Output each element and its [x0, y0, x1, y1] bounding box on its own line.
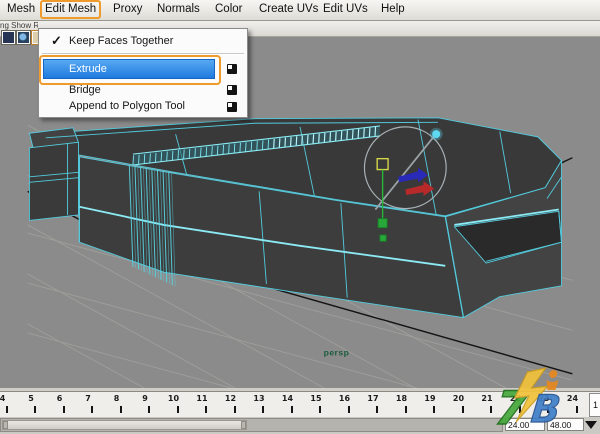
manipulator-handle-dot[interactable] [432, 130, 441, 139]
main-menu-bar: Mesh Edit Mesh Proxy Normals Color Create UVs… [0, 0, 600, 21]
camera-label: persp [324, 348, 350, 358]
sphere-view-icon[interactable] [16, 30, 31, 45]
frame-tick [262, 406, 264, 413]
frame-number: 9 [142, 394, 148, 403]
frame-number: 6 [56, 394, 63, 403]
frame-number: 18 [395, 394, 408, 403]
option-box-icon[interactable] [227, 85, 237, 95]
menu-item-create-uvs[interactable]: Create UVs [256, 1, 321, 18]
frame-number: 17 [367, 394, 379, 403]
frame-number: 16 [338, 394, 351, 403]
menu-item-normals[interactable]: Normals [154, 1, 203, 18]
range-slider-bar: 24.00 48.00 [0, 417, 600, 434]
menu-item-color[interactable]: Color [212, 1, 245, 18]
frame-tick [547, 406, 549, 413]
frame-tick [490, 406, 492, 413]
edit-mesh-dropdown: ✓ Keep Faces Together Extrude Bridge Append … [38, 28, 248, 118]
frame-number: 15 [310, 394, 322, 403]
frame-number: 12 [224, 394, 237, 403]
menu-item-help[interactable]: Help [378, 1, 408, 18]
panel-menu-clipped-text: ng Show R [0, 21, 38, 30]
frame-number: 7 [85, 394, 91, 403]
menu-item-label: Extrude [69, 63, 107, 75]
frame-tick [575, 406, 578, 413]
frame-tick [233, 406, 236, 413]
frame-tick [119, 406, 122, 413]
frame-tick [34, 406, 36, 413]
frame-tick [461, 406, 464, 413]
frame-number: 24 [566, 394, 579, 403]
time-slider[interactable]: 1 4 5 6 7 8 9 10 11 12 13 14 15 16 17 18 19 20 21 22 23 24 [0, 391, 600, 417]
range-slider-track[interactable] [0, 418, 503, 432]
current-time-field[interactable]: 1 [589, 393, 600, 417]
frame-tick [148, 406, 150, 413]
frame-number: 19 [424, 394, 436, 403]
frame-tick [404, 406, 407, 413]
frame-number: 8 [113, 394, 120, 403]
menu-item-label: Append to Polygon Tool [69, 100, 185, 112]
range-slider-handle[interactable] [2, 420, 247, 430]
menu-item-proxy[interactable]: Proxy [110, 1, 145, 18]
check-icon: ✓ [51, 33, 62, 48]
frame-number: 22 [509, 394, 522, 403]
maya-window: Mesh Edit Mesh Proxy Normals Color Create UVs… [0, 0, 600, 434]
range-menu-arrow-icon[interactable] [585, 421, 597, 429]
menu-item-label: Bridge [69, 84, 101, 96]
range-handle-right-grip[interactable] [241, 421, 246, 429]
menu-item-label: Keep Faces Together [69, 35, 174, 47]
frame-tick [91, 406, 93, 413]
polygon-model[interactable] [28, 117, 562, 319]
range-handle-left-grip[interactable] [3, 421, 8, 429]
frame-number: 23 [538, 394, 550, 403]
swatch-dark-icon[interactable] [1, 30, 16, 45]
manipulator-y-handle[interactable] [377, 218, 388, 229]
frame-tick [205, 406, 207, 413]
option-box-icon[interactable] [227, 102, 237, 112]
frame-tick [5, 406, 8, 413]
frame-tick [518, 406, 521, 413]
frame-tick [433, 406, 435, 413]
frame-number: 20 [452, 394, 465, 403]
frame-tick [347, 406, 350, 413]
annotation-ring [39, 55, 221, 85]
animation-end-field[interactable]: 48.00 [547, 418, 584, 431]
frame-tick [319, 406, 321, 413]
menu-item-keep-faces-together[interactable]: ✓ Keep Faces Together [39, 31, 247, 51]
frame-number: 10 [167, 394, 180, 403]
frame-tick [176, 406, 179, 413]
frame-number: 13 [253, 394, 265, 403]
menu-item-edit-uvs[interactable]: Edit UVs [320, 1, 371, 18]
menu-item-edit-mesh[interactable]: Edit Mesh [40, 0, 102, 19]
manipulator-y-handle2[interactable] [379, 234, 387, 242]
menu-item-extrude[interactable]: Extrude [39, 55, 247, 85]
playback-end-field[interactable]: 24.00 [505, 418, 545, 431]
frame-number: 5 [28, 394, 34, 403]
frame-number: 14 [281, 394, 294, 403]
frame-number: 11 [196, 394, 208, 403]
frame-number: 4 [0, 394, 6, 403]
frame-number: 21 [481, 394, 493, 403]
frame-tick [290, 406, 293, 413]
frame-tick [62, 406, 65, 413]
frame-tick [376, 406, 378, 413]
option-box-icon[interactable] [227, 64, 237, 74]
menu-item-mesh[interactable]: Mesh [4, 1, 38, 18]
menu-item-append-to-polygon-tool[interactable]: Append to Polygon Tool [39, 98, 247, 115]
